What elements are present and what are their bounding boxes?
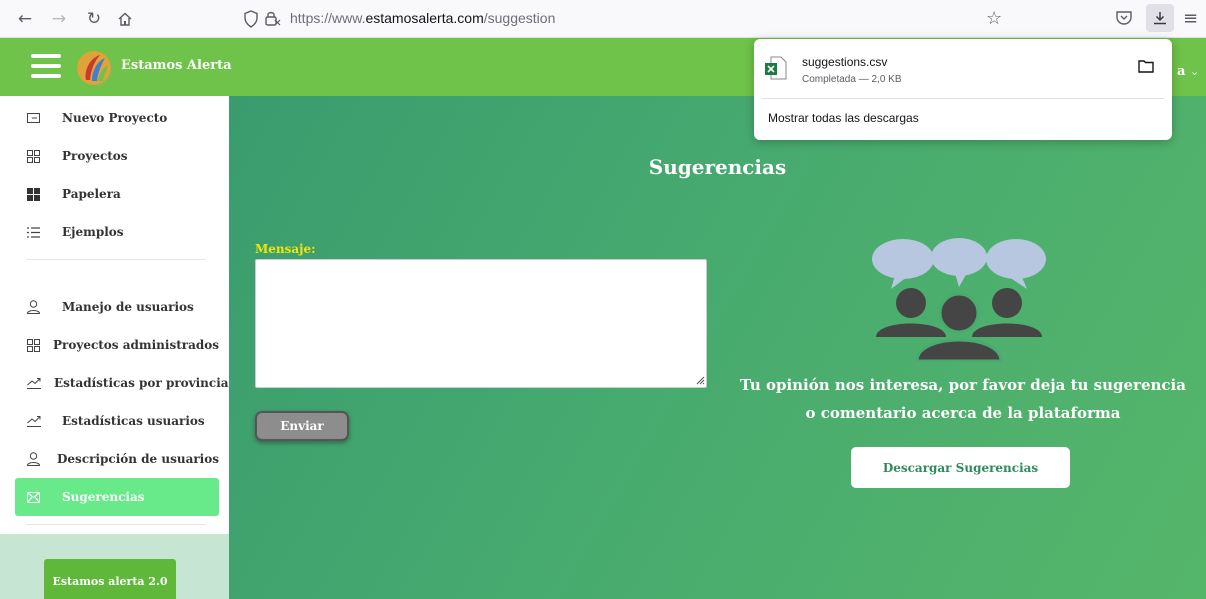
sidebar-item-label: Manejo de usuarios xyxy=(62,300,194,314)
spreadsheet-file-icon xyxy=(765,56,787,80)
sidebar-item-label: Nuevo Proyecto xyxy=(62,111,168,125)
sidebar-item-proyectos[interactable]: Proyectos xyxy=(15,137,219,175)
user-icon xyxy=(27,450,44,468)
show-all-downloads-link[interactable]: Mostrar todas las descargas xyxy=(768,111,919,125)
download-filename: suggestions.csv xyxy=(802,55,888,69)
user-menu[interactable]: a ⌄ xyxy=(1177,64,1199,79)
tagline: Tu opinión nos interesa, por favor deja … xyxy=(740,376,1186,422)
version-button[interactable]: Estamos alerta 2.0 xyxy=(44,559,176,599)
sidebar-item-estadisticas-provincia[interactable]: Estadísticas por provincia xyxy=(15,364,229,402)
sidebar-item-label: Ejemplos xyxy=(62,225,124,239)
sidebar-item-label: Estadísticas por provincia xyxy=(54,376,229,390)
home-icon[interactable] xyxy=(114,8,136,30)
browser-toolbar: ← → ↻ https://www.estamosalerta.com/sugg… xyxy=(0,0,1206,38)
downloads-divider xyxy=(762,98,1164,99)
sidebar-item-label: Proyectos xyxy=(62,149,128,163)
sidebar-item-papelera[interactable]: Papelera xyxy=(15,175,219,213)
grid-icon xyxy=(27,147,49,165)
message-label: Mensaje: xyxy=(255,242,316,256)
sidebar-item-label: Proyectos administrados xyxy=(53,338,219,352)
sidebar: Nuevo Proyecto Proyectos Papelera Ejempl… xyxy=(0,96,229,599)
sidebar-item-label: Sugerencias xyxy=(62,490,145,504)
sidebar-footer: Estamos alerta 2.0 xyxy=(0,534,229,599)
back-icon[interactable]: ← xyxy=(14,8,36,30)
sidebar-item-sugerencias[interactable]: Sugerencias xyxy=(15,478,219,516)
url-bar[interactable]: https://www.estamosalerta.com/suggestion xyxy=(290,10,555,26)
lock-icon[interactable] xyxy=(264,9,282,27)
trend-icon xyxy=(27,374,41,392)
message-textarea[interactable] xyxy=(255,259,707,388)
sidebar-item-label: Papelera xyxy=(62,187,121,201)
main-content: Sugerencias Mensaje: Enviar Tu opinión n… xyxy=(229,96,1206,599)
sidebar-item-label: Descripción de usuarios xyxy=(57,452,219,466)
logo xyxy=(77,51,111,85)
send-button[interactable]: Enviar xyxy=(255,411,349,441)
sidebar-divider xyxy=(26,524,206,525)
download-suggestions-button[interactable]: Descargar Sugerencias xyxy=(851,447,1070,488)
reload-icon[interactable]: ↻ xyxy=(83,8,105,30)
sidebar-item-manejo-de-usuarios[interactable]: Manejo de usuarios xyxy=(15,288,219,326)
trash-grid-icon xyxy=(27,185,49,203)
mail-icon xyxy=(27,488,49,506)
download-status: Completada — 2,0 KB xyxy=(802,74,902,85)
download-icon[interactable] xyxy=(1146,4,1174,32)
pocket-icon[interactable] xyxy=(1115,9,1133,27)
downloads-panel: suggestions.csv Completada — 2,0 KB Most… xyxy=(754,39,1172,140)
sidebar-item-descripcion-usuarios[interactable]: Descripción de usuarios xyxy=(15,440,219,478)
sidebar-item-ejemplos[interactable]: Ejemplos xyxy=(15,213,219,251)
sidebar-divider xyxy=(26,259,206,260)
list-icon xyxy=(27,223,49,241)
shield-icon[interactable] xyxy=(243,10,259,28)
trend-icon xyxy=(27,412,49,430)
user-icon xyxy=(27,298,49,316)
menu-icon[interactable]: ≡ xyxy=(1183,8,1198,29)
people-chat-illustration xyxy=(872,238,1046,362)
star-icon[interactable]: ☆ xyxy=(986,8,1002,29)
sidebar-item-proyectos-administrados[interactable]: Proyectos administrados xyxy=(15,326,219,364)
sidebar-item-nuevo-proyecto[interactable]: Nuevo Proyecto xyxy=(15,99,219,137)
sidebar-item-estadisticas-usuarios[interactable]: Estadísticas usuarios xyxy=(15,402,219,440)
hamburger-icon[interactable] xyxy=(31,54,61,78)
sidebar-item-label: Estadísticas usuarios xyxy=(62,414,205,428)
grid-icon xyxy=(27,336,40,354)
page-title: Sugerencias xyxy=(648,155,787,179)
folder-icon[interactable] xyxy=(1138,59,1154,73)
resize-handle-icon[interactable] xyxy=(695,375,705,385)
app-title[interactable]: Estamos Alerta xyxy=(121,58,232,73)
new-project-icon xyxy=(27,109,49,127)
forward-icon[interactable]: → xyxy=(48,8,70,30)
